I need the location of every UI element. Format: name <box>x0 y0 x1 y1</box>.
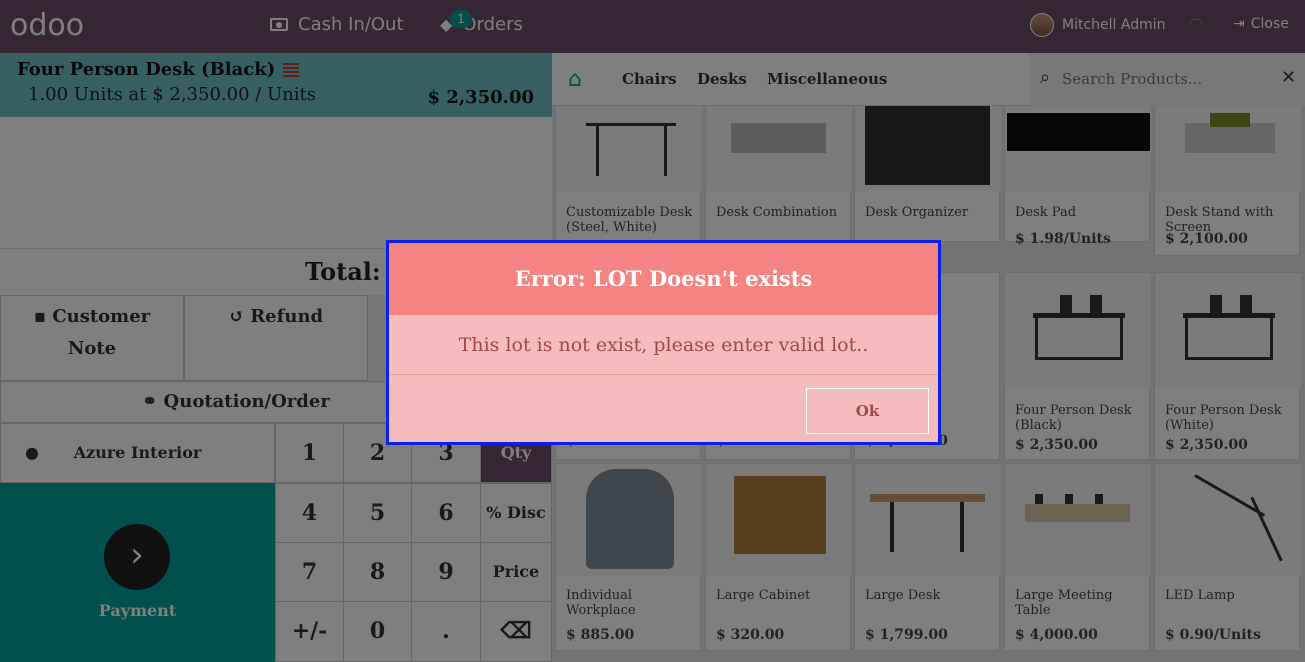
ok-button[interactable]: Ok <box>806 388 929 434</box>
error-dialog: Error: LOT Doesn't exists This lot is no… <box>386 240 941 445</box>
error-dialog-title: Error: LOT Doesn't exists <box>389 243 938 315</box>
error-dialog-message: This lot is not exist, please enter vali… <box>389 315 938 375</box>
